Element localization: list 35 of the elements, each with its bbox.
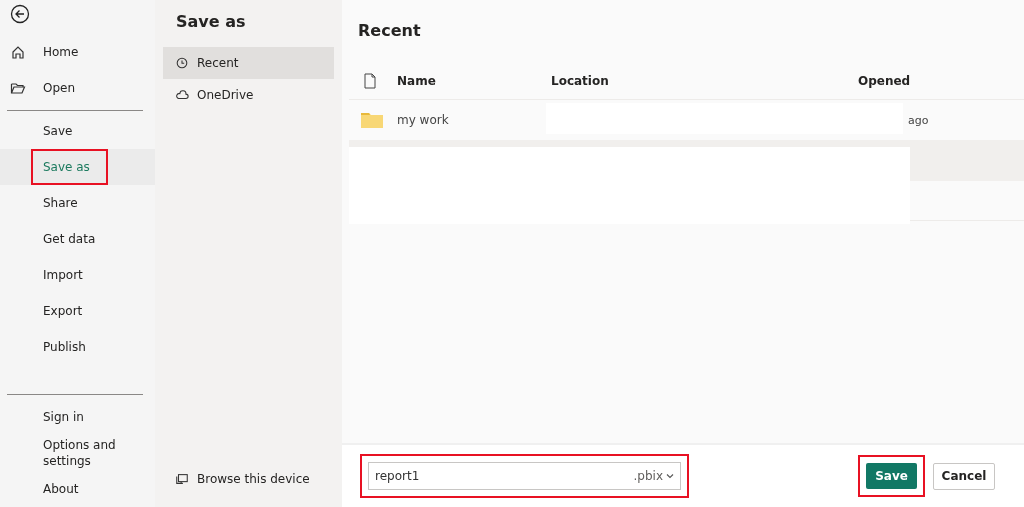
save-button[interactable]: Save [866,463,917,489]
nav-item[interactable]: Save as [0,149,155,185]
clock-icon [175,56,189,70]
nav-item[interactable]: Import [0,257,155,293]
cancel-button[interactable]: Cancel [933,462,995,490]
location-item[interactable]: OneDrive [163,79,334,111]
nav-item[interactable]: Save [0,113,155,149]
panel-title: Save as [176,12,247,31]
cloud-icon [175,88,189,102]
nav-item[interactable]: Open [0,70,155,106]
filename-field[interactable]: report1 .pbix [368,462,681,490]
nav-item[interactable]: Get data [0,221,155,257]
nav-item[interactable]: Export [0,293,155,329]
nav-item[interactable]: Options and settings [0,435,155,471]
column-header: Opened [858,74,912,88]
file-icon [363,73,377,89]
table-cell-text: ago [907,113,930,127]
nav-item[interactable]: Home [0,34,155,70]
column-header: Name [397,74,437,88]
table-cell-text: my work [397,113,450,127]
folder-icon [10,80,26,96]
nav-item[interactable]: About [0,471,155,507]
chevron-icon [666,473,674,479]
monitor-icon [175,472,189,486]
location-item[interactable]: Recent [163,47,334,79]
extension-dropdown[interactable]: .pbix [633,469,674,483]
folder-icon [360,111,384,129]
home-icon [10,44,26,60]
column-header: Location [551,74,610,88]
nav-item[interactable]: Sign in [0,399,155,435]
nav-item[interactable]: Share [0,185,155,221]
browse-item[interactable]: Browse this device [163,463,334,495]
section-title: Recent [358,21,422,40]
nav-item[interactable]: Publish [0,329,155,365]
back-icon[interactable] [10,4,30,24]
